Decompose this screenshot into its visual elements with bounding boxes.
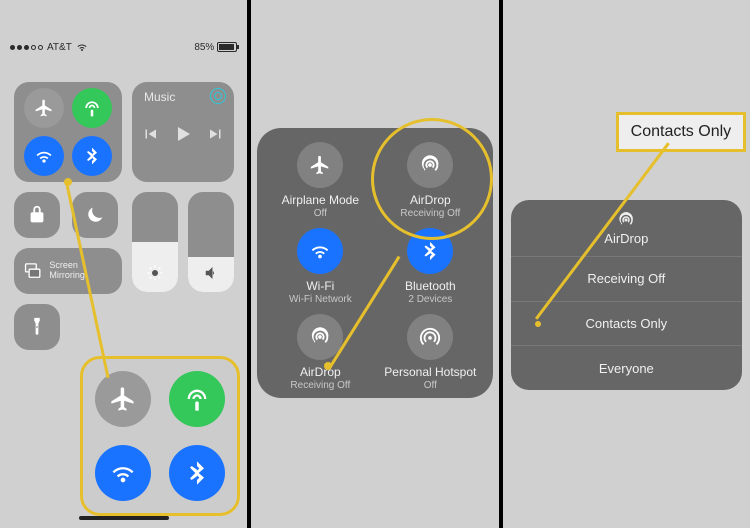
airdrop-menu-header: AirDrop (511, 200, 742, 256)
bluetooth-label: Bluetooth (377, 280, 483, 294)
airplane-icon (309, 154, 331, 176)
airdrop-icon (309, 326, 331, 348)
annotation-dot (535, 321, 541, 327)
airplane-icon (34, 98, 54, 118)
airplane-icon (109, 385, 137, 413)
play-button[interactable] (171, 122, 195, 146)
lock-icon (26, 204, 48, 226)
home-indicator[interactable] (79, 516, 169, 520)
music-tile[interactable]: Music (132, 82, 234, 182)
contacts-only-callout: Contacts Only (616, 112, 746, 152)
connectivity-tile-callout (80, 356, 240, 516)
option-receiving-off[interactable]: Receiving Off (511, 256, 742, 301)
bluetooth-toggle-large[interactable] (169, 445, 225, 501)
brightness-slider[interactable] (132, 192, 178, 292)
cellular-toggle-large[interactable] (169, 371, 225, 427)
hotspot-label: Personal Hotspot (377, 366, 483, 380)
battery-percent: 85% (194, 42, 214, 53)
bluetooth-status: 2 Devices (377, 294, 483, 306)
prev-track-button[interactable] (141, 125, 159, 143)
cellular-toggle[interactable] (72, 88, 112, 128)
bluetooth-toggle[interactable] (72, 136, 112, 176)
airplane-label: Airplane Mode (267, 194, 373, 208)
screen-mirroring-button[interactable]: Screen Mirroring (14, 248, 122, 294)
annotation-dot (64, 178, 72, 186)
personal-hotspot-item[interactable]: Personal Hotspot Off (377, 314, 483, 391)
option-label: Receiving Off (587, 271, 665, 286)
airdrop-menu-card: AirDrop Receiving Off Contacts Only Ever… (511, 200, 742, 390)
cellular-icon (183, 385, 211, 413)
bluetooth-icon (419, 240, 441, 262)
next-track-button[interactable] (207, 125, 225, 143)
connectivity-tile[interactable] (14, 82, 122, 182)
orientation-lock-toggle[interactable] (14, 192, 60, 238)
music-label: Music (144, 90, 175, 104)
wifi-icon (109, 459, 137, 487)
airdrop-menu-title: AirDrop (604, 231, 648, 246)
moon-icon (84, 204, 106, 226)
airdrop-icon (617, 211, 635, 229)
airdrop-highlight-ring (371, 118, 493, 240)
battery-indicator: 85% (194, 42, 237, 53)
status-bar: AT&T 85% (0, 38, 247, 56)
panel-airdrop-menu: Contacts Only AirDrop Receiving Off Cont… (503, 0, 750, 528)
airplane-mode-item[interactable]: Airplane Mode Off (267, 142, 373, 219)
brightness-icon (146, 264, 164, 282)
option-label: Contacts Only (585, 316, 667, 331)
carrier-label: AT&T (47, 42, 72, 53)
airplay-icon[interactable] (210, 88, 226, 104)
panel-connectivity-expanded: Airplane Mode Off AirDrop Receiving Off … (251, 0, 498, 528)
airdrop-status-2: Receiving Off (267, 380, 373, 392)
wifi-item[interactable]: Wi-Fi Wi-Fi Network (267, 228, 373, 305)
bluetooth-icon (183, 459, 211, 487)
signal-icon (10, 45, 43, 50)
speaker-icon (202, 264, 220, 282)
airdrop-label-2: AirDrop (267, 366, 373, 380)
mirror-icon (22, 260, 43, 282)
cellular-icon (82, 98, 102, 118)
wifi-toggle[interactable] (24, 136, 64, 176)
airplane-toggle[interactable] (24, 88, 64, 128)
panel-control-center: AT&T 85% Music (0, 0, 247, 528)
airplane-toggle-large[interactable] (95, 371, 151, 427)
torch-icon (26, 316, 48, 338)
volume-slider[interactable] (188, 192, 234, 292)
wifi-status: Wi-Fi Network (267, 294, 373, 306)
wifi-icon (309, 240, 331, 262)
wifi-toggle-large[interactable] (95, 445, 151, 501)
wifi-label: Wi-Fi (267, 280, 373, 294)
hotspot-icon (419, 326, 441, 348)
bluetooth-icon (82, 146, 102, 166)
airplane-status: Off (267, 208, 373, 220)
do-not-disturb-toggle[interactable] (72, 192, 118, 238)
flashlight-toggle[interactable] (14, 304, 60, 350)
option-label: Everyone (599, 361, 654, 376)
wifi-status-icon (76, 41, 88, 53)
hotspot-status: Off (377, 380, 483, 392)
option-everyone[interactable]: Everyone (511, 345, 742, 390)
wifi-icon (34, 146, 54, 166)
callout-text: Contacts Only (631, 123, 731, 140)
